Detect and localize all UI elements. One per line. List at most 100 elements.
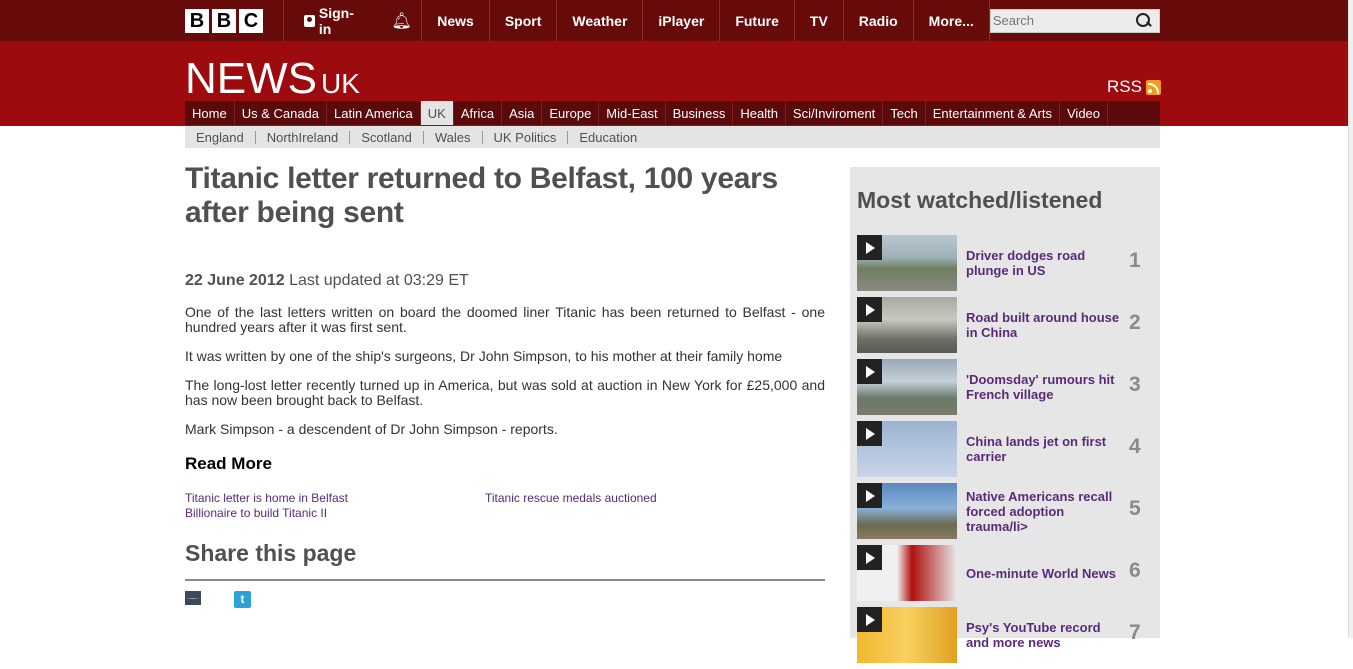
main-nav-item[interactable]: Video <box>1060 101 1109 125</box>
sub-nav-item[interactable]: NorthIreland <box>256 130 351 144</box>
most-watched-title-link[interactable]: Driver dodges road plunge in US <box>966 248 1121 278</box>
play-icon[interactable] <box>857 297 882 322</box>
top-nav-news[interactable]: News <box>421 0 489 41</box>
related-link[interactable]: Titanic letter is home in Belfast <box>185 491 485 505</box>
play-icon[interactable] <box>857 545 882 570</box>
related-links: Titanic letter is home in Belfast Titani… <box>185 491 825 520</box>
sub-nav-item[interactable]: England <box>185 130 256 144</box>
top-nav-radio[interactable]: Radio <box>842 0 913 41</box>
top-nav-tv[interactable]: TV <box>793 0 843 41</box>
sub-nav-item[interactable]: Scotland <box>350 130 424 144</box>
main-nav-item[interactable]: Sci/Inviroment <box>786 101 884 125</box>
most-watched-item[interactable]: Driver dodges road plunge in US 1 <box>857 235 1153 297</box>
sub-nav-item[interactable]: UK Politics <box>483 130 569 144</box>
most-watched-title-link[interactable]: One-minute World News <box>966 566 1121 581</box>
twitter-icon[interactable]: t <box>234 591 251 608</box>
play-icon[interactable] <box>857 359 882 384</box>
main-nav-item[interactable]: Africa <box>454 101 503 125</box>
main-nav-item[interactable]: Entertainment & Arts <box>926 101 1060 125</box>
play-icon[interactable] <box>857 607 882 632</box>
most-watched-rank: 2 <box>1129 311 1141 334</box>
sign-in-button[interactable]: Sign-in <box>284 0 382 41</box>
top-nav-sport[interactable]: Sport <box>488 0 557 41</box>
top-nav-future[interactable]: Future <box>719 0 794 41</box>
video-thumbnail[interactable] <box>857 359 957 415</box>
search-input[interactable] <box>992 13 1123 28</box>
play-icon[interactable] <box>857 235 882 260</box>
main-nav-item[interactable]: Mid-East <box>599 101 666 125</box>
most-watched-title-link[interactable]: China lands jet on first carrier <box>966 434 1121 464</box>
article-date: 22 June 2012 <box>185 272 285 289</box>
related-link[interactable]: Titanic rescue medals auctioned <box>485 491 785 505</box>
article-paragraph: It was written by one of the ship's surg… <box>185 348 783 364</box>
most-watched-list: Driver dodges road plunge in US 1 Road bui… <box>857 235 1153 669</box>
related-link[interactable]: Billionaire to build Titanic II <box>185 506 485 520</box>
most-watched-item[interactable]: Road built around house in China 2 <box>857 297 1153 359</box>
email-icon[interactable] <box>185 591 201 605</box>
article: Titanic letter returned to Belfast, 100 … <box>185 162 825 608</box>
most-watched-item[interactable]: Native Americans recall forced adoption … <box>857 483 1153 545</box>
most-watched-item[interactable]: 'Doomsday' rumours hit French village 3 <box>857 359 1153 421</box>
article-paragraph: One of the last letters written on board… <box>185 304 825 335</box>
main-nav-item[interactable]: Asia <box>502 101 543 125</box>
play-icon[interactable] <box>857 483 882 508</box>
bbc-logo-letter: B <box>185 8 209 33</box>
article-dateline: 22 June 2012 Last updated at 03:29 ET <box>185 272 825 290</box>
share-icons: t <box>185 591 825 608</box>
most-watched-item[interactable]: One-minute World News 6 <box>857 545 1153 607</box>
main-nav-item[interactable]: Health <box>733 101 786 125</box>
play-icon[interactable] <box>857 421 882 446</box>
sub-nav: England NorthIreland Scotland Wales UK Polit… <box>185 126 1160 148</box>
most-watched-rank: 1 <box>1129 249 1141 272</box>
video-thumbnail[interactable] <box>857 545 957 601</box>
most-watched-rank: 7 <box>1129 621 1141 644</box>
video-thumbnail[interactable] <box>857 607 957 663</box>
bbc-logo[interactable]: B B C <box>185 8 263 33</box>
sub-nav-item[interactable]: Education <box>568 131 648 144</box>
top-nav-weather[interactable]: Weather <box>556 0 642 41</box>
article-headline: Titanic letter returned to Belfast, 100 … <box>185 162 778 229</box>
most-watched-title-link[interactable]: Road built around house in China <box>966 310 1121 340</box>
top-nav: News Sport Weather iPlayer Future TV Rad… <box>421 0 990 41</box>
most-watched-rank: 5 <box>1129 497 1141 520</box>
main-nav-item[interactable]: Us & Canada <box>235 101 328 125</box>
rss-icon <box>1145 79 1161 95</box>
search-icon[interactable] <box>1135 12 1153 30</box>
bbc-logo-letter: C <box>239 8 263 33</box>
main-nav-item[interactable]: UK <box>420 101 454 125</box>
search-box <box>989 8 1160 33</box>
video-thumbnail[interactable] <box>857 421 957 477</box>
top-nav-more[interactable]: More... <box>912 0 990 41</box>
user-icon <box>303 14 315 27</box>
scrollbar[interactable] <box>1348 0 1353 638</box>
most-watched-panel: Most watched/listened Driver dodges road… <box>850 167 1160 663</box>
article-updated: Last updated at 03:29 ET <box>289 272 469 289</box>
bbc-logo-letter: B <box>212 8 236 33</box>
bbc-top-bar: B B C Sign-in 🔔︎ News Sport Weather iPla… <box>0 0 1353 41</box>
main-nav-item[interactable]: Latin America <box>327 101 421 125</box>
news-logo[interactable]: NEWS UK <box>185 54 360 104</box>
main-nav: Home Us & Canada Latin America UK Africa Asia… <box>185 101 1160 125</box>
main-nav-item[interactable]: Home <box>185 101 235 125</box>
most-watched-item[interactable]: China lands jet on first carrier 4 <box>857 421 1153 483</box>
most-watched-title-link[interactable]: Native Americans recall forced adoption … <box>966 489 1121 534</box>
video-thumbnail[interactable] <box>857 483 957 539</box>
share-heading: Share this page <box>185 540 357 566</box>
most-watched-title-link[interactable]: Psy's YouTube record and more news <box>966 620 1121 650</box>
sub-nav-item[interactable]: Wales <box>424 130 483 144</box>
article-paragraph: The long-lost letter recently turned up … <box>185 377 825 408</box>
most-watched-title-link[interactable]: 'Doomsday' rumours hit French village <box>966 372 1121 402</box>
main-nav-item[interactable]: Business <box>666 101 734 125</box>
rss-link[interactable]: RSS <box>1107 77 1161 97</box>
top-nav-iplayer[interactable]: iPlayer <box>642 0 719 41</box>
most-watched-rank: 6 <box>1129 559 1141 582</box>
video-thumbnail[interactable] <box>857 235 957 291</box>
main-nav-item[interactable]: Europe <box>542 101 600 125</box>
most-watched-item[interactable]: Psy's YouTube record and more news 7 <box>857 607 1153 669</box>
video-thumbnail[interactable] <box>857 297 957 353</box>
main-nav-item[interactable]: Tech <box>883 101 926 125</box>
news-logo-text: NEWS <box>185 54 317 103</box>
divider <box>185 579 825 581</box>
sign-in-label: Sign-in <box>318 4 354 37</box>
notifications-bell-icon[interactable]: 🔔︎ <box>382 0 422 41</box>
